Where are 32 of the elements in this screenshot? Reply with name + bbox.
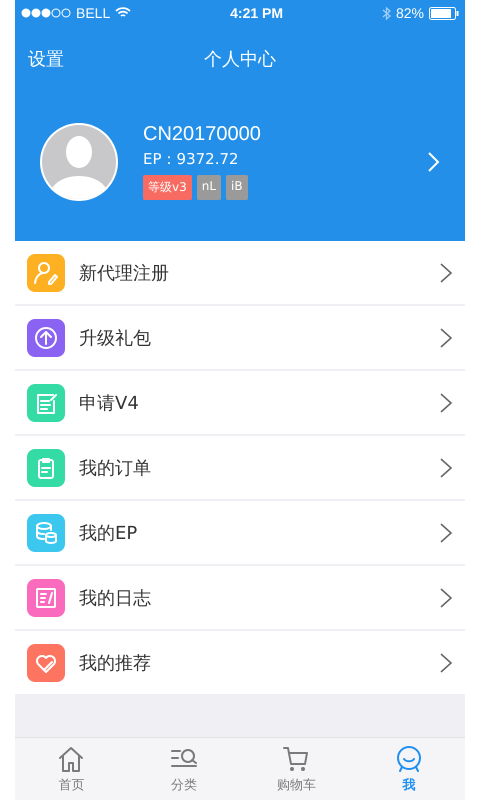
- tab-item[interactable]: 首页: [15, 738, 128, 800]
- level-tag: nL: [196, 175, 222, 200]
- chevron-right-icon: [439, 586, 453, 608]
- user-id: CN20170000: [143, 123, 262, 146]
- tab-item[interactable]: 分类: [128, 738, 240, 800]
- avatar[interactable]: [39, 122, 119, 202]
- signal-icon: [21, 8, 71, 18]
- battery-percent: 82%: [396, 5, 424, 21]
- tab-item[interactable]: 购物车: [240, 738, 352, 800]
- wifi-icon: [115, 7, 132, 19]
- chevron-right-icon: [439, 392, 453, 414]
- ep-balance: EP：9372.72: [143, 150, 240, 169]
- level-tag: iB: [226, 175, 248, 200]
- menu-item[interactable]: 我的EP: [15, 501, 465, 564]
- battery-icon: [428, 6, 459, 20]
- menu-item[interactable]: 我的日志: [15, 566, 465, 629]
- bluetooth-icon: [382, 6, 391, 20]
- chevron-right-icon: [439, 456, 453, 478]
- menu-item[interactable]: 我的订单: [15, 436, 465, 499]
- chevron-right-icon: [439, 262, 453, 284]
- menu-item[interactable]: 新代理注册: [15, 241, 465, 304]
- level-tag: 等级v3: [143, 175, 192, 200]
- chevron-right-icon: [439, 522, 453, 544]
- chevron-right-icon: [439, 326, 453, 348]
- menu-item[interactable]: 申请V4: [15, 371, 465, 434]
- chevron-right-icon: [439, 652, 453, 674]
- page-title: 个人中心: [204, 48, 276, 71]
- menu-item[interactable]: 我的推荐: [15, 631, 465, 694]
- chevron-right-icon[interactable]: [427, 150, 441, 172]
- status-time: 4:21 PM: [230, 5, 284, 21]
- menu-item[interactable]: 升级礼包: [15, 306, 465, 369]
- carrier-name: BELL: [76, 5, 110, 21]
